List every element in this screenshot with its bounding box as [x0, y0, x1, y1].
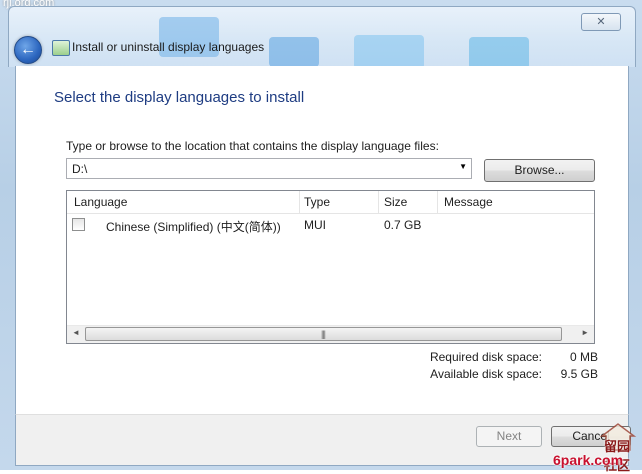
location-label: Type or browse to the location that cont… [66, 139, 439, 153]
column-header-type[interactable]: Type [304, 195, 330, 211]
back-button[interactable]: ← [14, 36, 42, 64]
close-icon: ✕ [596, 16, 606, 28]
chevron-down-icon[interactable]: ▼ [459, 162, 467, 171]
aero-blur-shape [469, 37, 529, 67]
column-header-size[interactable]: Size [384, 195, 407, 211]
required-space-value: 0 MB [569, 350, 598, 364]
column-header-language[interactable]: Language [74, 195, 127, 211]
language-name: Chinese (Simplified) (中文(简体)) [106, 220, 281, 234]
language-checkbox[interactable] [72, 218, 85, 231]
wizard-footer: Next Cancel [15, 414, 631, 466]
required-space-label: Required disk space: [429, 350, 542, 364]
watermark-site: 6park.com [553, 452, 624, 468]
scroll-left-icon[interactable]: ◄ [72, 328, 80, 337]
column-divider[interactable] [299, 191, 300, 213]
available-space-value: 9.5 GB [560, 367, 598, 381]
aero-blur-shape [269, 37, 319, 67]
available-space-label: Available disk space: [430, 367, 542, 381]
column-divider[interactable] [437, 191, 438, 213]
column-divider[interactable] [378, 191, 379, 213]
next-button[interactable]: Next [476, 426, 542, 447]
wizard-content: Select the display languages to install … [15, 66, 629, 414]
language-icon [52, 40, 70, 56]
list-header: Language Type Size Message [67, 191, 594, 214]
language-type: MUI [304, 218, 326, 232]
location-value: D:\ [72, 162, 88, 176]
close-button[interactable]: ✕ [581, 13, 621, 31]
title-bar: ✕ [8, 6, 636, 67]
horizontal-scrollbar[interactable]: ◄ ||| ► [67, 325, 594, 343]
table-row[interactable]: Chinese (Simplified) (中文(简体)) MUI 0.7 GB [67, 215, 594, 235]
language-size: 0.7 GB [384, 218, 422, 232]
location-combobox[interactable]: D:\ ▼ [66, 158, 472, 179]
back-arrow-icon: ← [20, 41, 36, 58]
window-title: Install or uninstall display languages [72, 40, 265, 54]
browse-button[interactable]: Browse... [484, 159, 595, 182]
scroll-right-icon[interactable]: ► [581, 328, 589, 337]
column-header-message[interactable]: Message [444, 195, 493, 211]
grip-icon: ||| [321, 329, 326, 339]
aero-blur-shape [354, 35, 424, 67]
page-title: Select the display languages to install [54, 89, 305, 106]
scroll-thumb[interactable]: ||| [85, 327, 562, 341]
language-list[interactable]: Language Type Size Message Chinese (Simp… [66, 190, 595, 344]
